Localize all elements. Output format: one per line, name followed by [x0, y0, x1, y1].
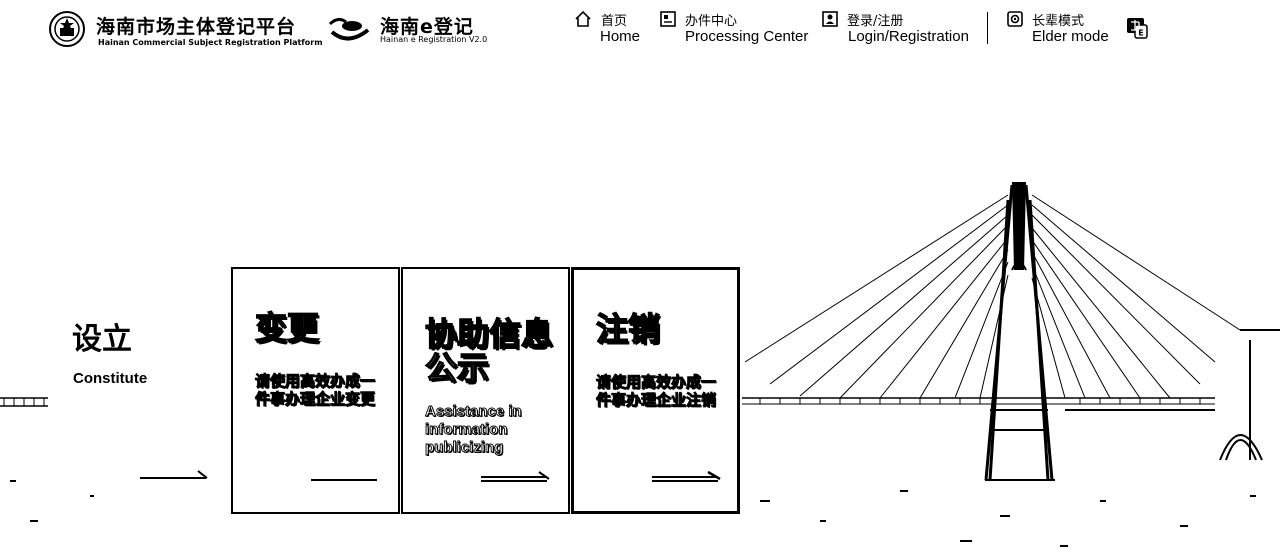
nav-home-cn: 首页: [601, 14, 628, 29]
nav-home[interactable]: 首页 Home: [574, 8, 644, 50]
platform-title: 海南市场主体登记平台: [96, 16, 297, 38]
top-header: 海南市场主体登记平台 Hainan Commercial Subject Reg…: [0, 0, 1280, 60]
service-setup[interactable]: 设立 Constitute: [60, 300, 230, 500]
user-card-icon: [822, 11, 838, 27]
card-description: Assistance in information publicizing: [425, 403, 523, 457]
card-title: 协助信息公示: [424, 315, 554, 387]
card-title: 注销: [595, 310, 661, 348]
arrow-right-icon: [311, 479, 377, 481]
service-card-change[interactable]: 变更 请使用高效办成一件事办理企业变更: [231, 267, 400, 514]
card-description: 请使用高效办成一件事办理企业注销: [596, 374, 717, 410]
nav-elder-en: Elder mode: [1032, 28, 1109, 45]
arrow-right-icon: [481, 471, 550, 482]
card-title: 变更: [254, 309, 320, 347]
nav-elder-cn: 长辈模式: [1032, 14, 1085, 29]
language-switch-icon[interactable]: E: [1126, 17, 1148, 39]
platform-subtitle: Hainan Commercial Subject Registration P…: [98, 38, 323, 47]
service-card-info-publicity[interactable]: 协助信息公示 Assistance in information publici…: [401, 267, 570, 514]
nav-home-en: Home: [600, 28, 641, 45]
home-icon: [575, 10, 591, 27]
nav-processing-en: Processing Center: [685, 28, 809, 45]
arrow-right-icon: [140, 470, 208, 479]
setup-subtitle: Constitute: [73, 370, 148, 387]
e-registration-logo-icon[interactable]: [328, 12, 372, 44]
nav-processing-cn: 办件中心: [685, 14, 738, 29]
national-emblem-icon[interactable]: [48, 10, 86, 48]
nav-login-cn: 登录/注册: [847, 14, 904, 29]
elder-mode-icon: [1007, 11, 1023, 27]
nav-elder-mode[interactable]: 长辈模式 Elder mode: [1006, 8, 1116, 50]
svg-text:E: E: [1138, 29, 1143, 38]
nav-login-en: Login/Registration: [848, 28, 969, 45]
nav-processing-center[interactable]: 办件中心 Processing Center: [659, 8, 809, 50]
nav-divider: [987, 12, 988, 44]
arrow-right-icon: [652, 470, 721, 482]
nav-login-registration[interactable]: 登录/注册 Login/Registration: [821, 8, 976, 50]
card-description: 请使用高效办成一件事办理企业变更: [255, 373, 376, 409]
document-icon: [660, 11, 676, 27]
setup-title: 设立: [72, 322, 132, 357]
service-card-cancellation[interactable]: 注销 请使用高效办成一件事办理企业注销: [571, 267, 740, 514]
e-registration-subtitle: Hainan e Registration V2.0: [380, 35, 488, 44]
